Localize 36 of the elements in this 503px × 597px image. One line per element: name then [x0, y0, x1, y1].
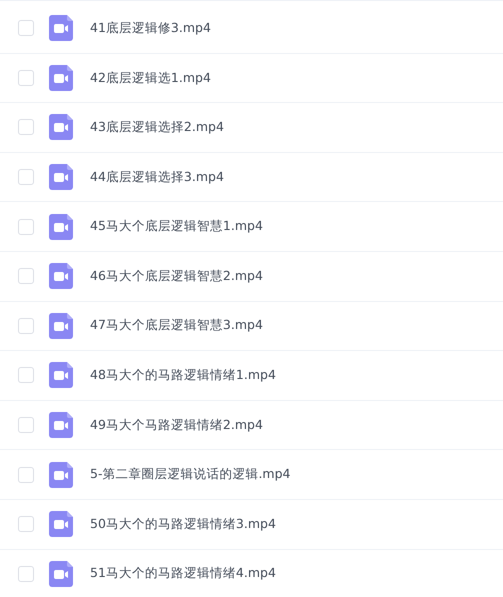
checkbox[interactable] — [18, 318, 34, 334]
checkbox[interactable] — [18, 119, 34, 136]
file-name[interactable]: 51马大个的马路逻辑情绪4.mp4 — [90, 564, 276, 584]
file-name[interactable]: 48马大个的马路逻辑情绪1.mp4 — [90, 366, 276, 385]
video-file-icon — [49, 164, 73, 190]
video-file-icon — [49, 412, 73, 438]
checkbox[interactable] — [18, 268, 34, 284]
video-file-icon — [49, 560, 73, 587]
file-name[interactable]: 50马大个的马路逻辑情绪3.mp4 — [90, 514, 276, 534]
checkbox[interactable] — [18, 417, 34, 434]
checkbox[interactable] — [18, 566, 34, 582]
checkbox[interactable] — [18, 70, 34, 86]
video-file-icon — [49, 214, 73, 240]
video-file-icon — [49, 263, 73, 290]
video-file-icon — [49, 312, 73, 339]
checkbox[interactable] — [18, 218, 34, 235]
video-file-icon — [49, 15, 73, 42]
file-name[interactable]: 42底层逻辑选1.mp4 — [90, 68, 211, 88]
file-name[interactable]: 45马大个底层逻辑智慧1.mp4 — [90, 217, 263, 236]
video-file-icon — [49, 114, 73, 140]
checkbox[interactable] — [18, 466, 34, 483]
file-name[interactable]: 46马大个底层逻辑智慧2.mp4 — [90, 266, 263, 286]
video-file-icon — [49, 511, 73, 538]
checkbox[interactable] — [18, 169, 34, 186]
video-file-icon — [49, 64, 73, 91]
file-name[interactable]: 47马大个底层逻辑智慧3.mp4 — [90, 316, 263, 336]
file-name[interactable]: 44底层逻辑选择3.mp4 — [90, 168, 224, 186]
file-name[interactable]: 41底层逻辑修3.mp4 — [90, 18, 211, 38]
file-name[interactable]: 49马大个马路逻辑情绪2.mp4 — [90, 416, 263, 434]
file-name[interactable]: 5-第二章圈层逻辑说话的逻辑.mp4 — [90, 465, 291, 484]
file-name[interactable]: 43底层逻辑选择2.mp4 — [90, 118, 224, 137]
video-file-icon — [49, 462, 73, 488]
video-file-icon — [49, 362, 73, 388]
checkbox[interactable] — [18, 516, 34, 532]
checkbox[interactable] — [18, 367, 34, 384]
checkbox[interactable] — [18, 20, 34, 36]
